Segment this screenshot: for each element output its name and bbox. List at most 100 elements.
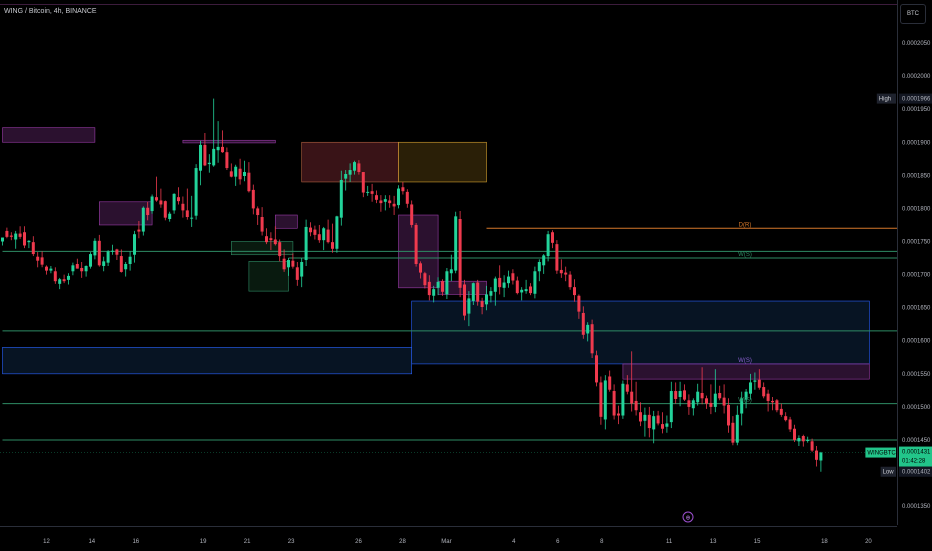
candle-body-120 [529,286,532,294]
candle-body-138 [608,376,612,390]
price-tick-label: 0.0001750 [902,239,931,245]
candle-body-15 [67,275,70,280]
candle-body-109 [480,301,484,307]
time-tick-label: 16 [132,539,139,545]
candle-body-102 [449,269,453,274]
last-price-countdown: 01:42:28 [902,459,926,465]
candle-body-18 [80,267,84,272]
candle-body-13 [58,279,62,284]
candle-body-94 [414,224,418,264]
candle-body-93 [410,204,414,225]
candle-body-46 [203,144,207,166]
candle-body-29 [128,256,132,264]
price-tick-label: 0.0001550 [902,372,931,378]
zone-5 [231,241,294,256]
candle-body-142 [625,384,629,392]
candle-body-157 [691,400,695,409]
candle-body-181 [797,438,801,442]
candle-body-7 [31,242,35,255]
candle-body-162 [713,393,717,407]
candle-body-87 [383,199,387,202]
time-axis[interactable]: 12 14 16 19 21 23 26 28 Mar 4 6 8 11 13 15 18 20 [0,526,897,551]
candle-body-74 [326,229,330,243]
candle-body-25 [111,250,114,252]
time-tick-label: 20 [865,539,872,545]
candle-body-111 [489,291,493,296]
zone-7 [274,214,298,229]
candle-body-28 [124,263,128,270]
candle-body-124 [546,234,550,257]
candle-body-101 [445,271,449,295]
candle-body-62 [273,239,277,245]
zone-12 [437,280,487,295]
candle-body-39 [172,193,176,211]
candle-body-117 [515,280,519,294]
candle-body-96 [423,273,427,286]
price-tick-label: 0.0001800 [902,206,931,212]
candle-body-38 [168,213,172,220]
candle-body-125 [551,232,554,243]
candle-body-83 [366,191,370,193]
time-tick-label: 6 [556,539,560,545]
candle-body-140 [617,413,620,416]
candle-body-33 [146,207,150,216]
candle-body-82 [361,172,365,193]
candle-body-163 [718,393,722,399]
candle-body-100 [441,281,444,292]
zone-9 [2,347,413,375]
candle-body-65 [287,260,290,268]
candle-body-80 [353,162,356,171]
candle-body-160 [705,398,708,404]
candle-body-156 [687,400,691,407]
candle-body-116 [511,273,515,281]
candle-body-22 [97,240,101,266]
candle-body-77 [339,179,343,218]
zone-3 [398,141,487,183]
candle-body-16 [71,265,75,272]
candle-body-127 [559,269,563,274]
price-axis[interactable]: 0.0002050 0.0002000 0.0001950 0.0001900 0.00… [897,0,932,525]
high-label: High [879,97,891,103]
candle-body-174 [766,393,770,401]
candle-body-72 [317,234,321,241]
candle-body-173 [762,387,766,397]
candle-body-114 [502,282,506,288]
time-tick-label: 14 [88,539,95,545]
candle-body-49 [216,146,220,151]
time-tick-label: 21 [244,539,251,545]
time-tick-label: 26 [355,539,362,545]
candle-body-55 [243,172,246,176]
candle-body-130 [573,287,576,296]
candle-body-172 [757,379,761,388]
event-marker[interactable]: ⊕ [682,511,694,523]
candle-body-175 [771,400,774,403]
candle-body-4 [18,233,22,237]
currency-button[interactable]: BTC [900,4,926,24]
candle-body-151 [665,423,669,427]
candle-body-54 [238,168,242,180]
candle-body-76 [335,216,339,249]
candle-body-122 [537,262,541,272]
candle-body-57 [251,189,255,209]
candle-body-108 [476,282,480,302]
candle-body-9 [40,257,44,265]
candle-body-183 [806,439,810,441]
candle-body-98 [432,289,436,296]
candle-body-70 [309,227,312,233]
candle-body-184 [810,441,814,451]
candle-body-85 [375,195,378,200]
candle-body-24 [106,251,110,263]
candle-body-118 [520,289,524,293]
time-tick-label: 18 [821,539,828,545]
candle-body-129 [568,274,572,288]
candle-body-141 [621,383,625,416]
candle-body-186 [819,452,823,461]
candle-body-131 [577,295,581,312]
zone-11 [622,363,870,380]
candle-body-69 [304,226,308,261]
chart-pane[interactable]: WING / Bitcoin, 4h, BINANCE D(R) W(S) W(… [0,0,932,550]
candle-body-170 [749,382,752,394]
candle-body-126 [555,244,559,271]
zone-10 [411,300,870,365]
price-chart[interactable]: D(R) W(S) W(S) W(S) ⊕ High Low WINGBTC [0,0,897,526]
